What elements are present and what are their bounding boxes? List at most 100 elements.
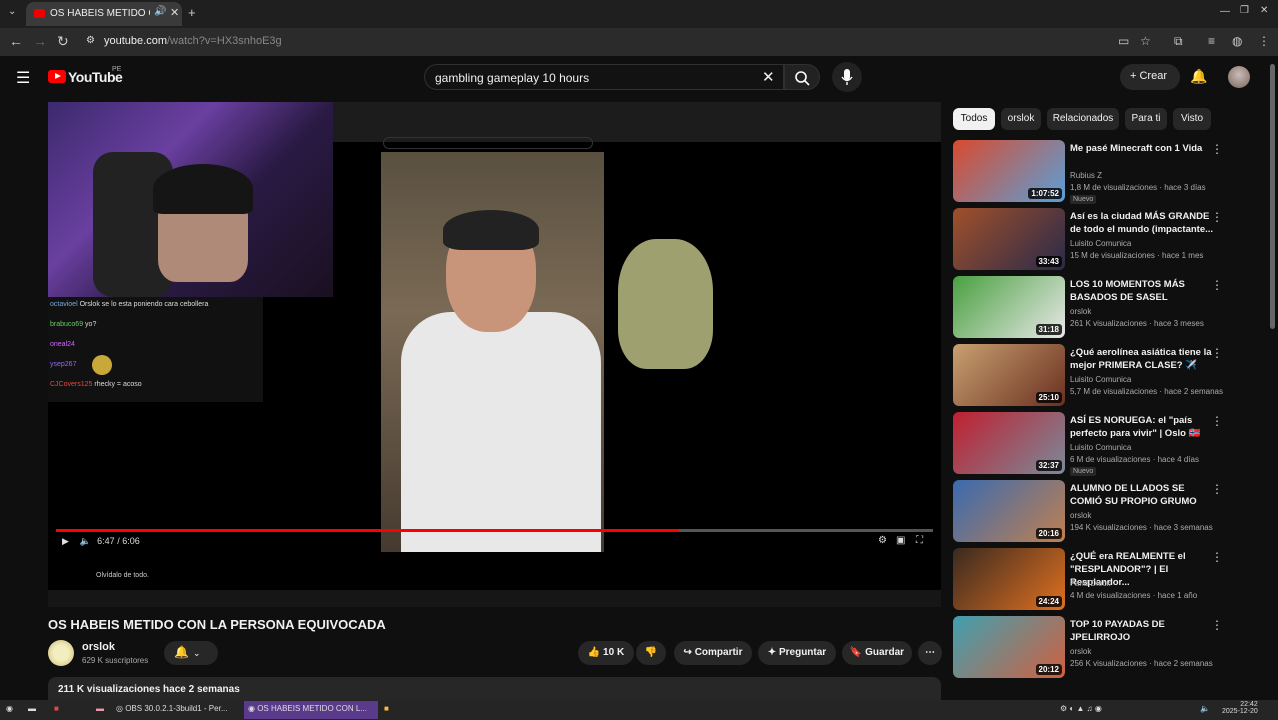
menu-icon[interactable]: ☰ <box>16 68 30 88</box>
new-tab-icon[interactable]: + <box>188 5 196 20</box>
dislike-button[interactable]: 👎 <box>636 641 666 665</box>
recommendation-title[interactable]: ¿Qué aerolínea asiática tiene la mejor P… <box>1070 346 1218 372</box>
search-button[interactable] <box>784 64 820 90</box>
more-options-icon[interactable]: ⋮ <box>1211 142 1223 156</box>
youtube-logo-icon[interactable] <box>48 70 66 83</box>
recommendation-thumbnail[interactable]: 20:12 <box>953 616 1065 678</box>
play-icon[interactable]: ▶ <box>62 536 69 546</box>
recommendation-thumbnail[interactable]: 25:10 <box>953 344 1065 406</box>
recommendation-channel[interactable]: Farid Dieck <box>1070 579 1110 588</box>
video-player[interactable]: octavioel Orslok se lo esta poniendo car… <box>48 102 941 607</box>
reload-icon[interactable]: ↻ <box>57 33 69 50</box>
more-options-icon[interactable]: ⋮ <box>1211 346 1223 360</box>
chip-todos[interactable]: Todos <box>953 108 995 130</box>
recommendation-channel[interactable]: orslok <box>1070 647 1091 656</box>
volume-tray-icon[interactable]: 🔈 <box>1200 704 1210 713</box>
like-button[interactable]: 👍 10 K <box>578 641 634 665</box>
recommendation-thumbnail[interactable]: 33:43 <box>953 208 1065 270</box>
cast-icon[interactable]: ▭ <box>1118 34 1129 48</box>
subscription-bell-button[interactable]: 🔔 ⌄ <box>164 641 218 665</box>
recommendation-channel[interactable]: orslok <box>1070 307 1091 316</box>
files-icon[interactable]: ▬ <box>28 704 36 713</box>
profile-icon[interactable]: ◍ <box>1232 34 1242 48</box>
avatar[interactable] <box>1228 66 1250 88</box>
speaker-icon[interactable]: 🔊 <box>154 6 166 17</box>
recommendation-item[interactable]: 20:12 TOP 10 PAYADAS DE JPELIRROJO orslok 2… <box>953 616 1278 678</box>
chip-orslok[interactable]: orslok <box>1001 108 1041 130</box>
recommendation-title[interactable]: LOS 10 MOMENTOS MÁS BASADOS DE SASEL <box>1070 278 1218 304</box>
back-icon[interactable]: ← <box>9 33 23 49</box>
clear-search-icon[interactable]: ✕ <box>762 68 775 86</box>
voice-search-button[interactable] <box>832 62 862 92</box>
recommendation-thumbnail[interactable]: 32:37 <box>953 412 1065 474</box>
reading-list-icon[interactable]: ≡ <box>1208 34 1215 48</box>
recommendation-title[interactable]: Así es la ciudad MÁS GRANDE de todo el m… <box>1070 210 1218 236</box>
recommendation-channel[interactable]: Rubius Z <box>1070 171 1102 180</box>
notifications-icon[interactable]: 🔔 <box>1190 68 1207 85</box>
recommendation-thumbnail[interactable]: 31:18 <box>953 276 1065 338</box>
recommendation-item[interactable]: 25:10 ¿Qué aerolínea asiática tiene la me… <box>953 344 1278 406</box>
tray-icons[interactable]: ⚙ ◐ ▲ ♫ ◉ <box>1060 704 1102 713</box>
recommendation-item[interactable]: 32:37 ASÍ ES NORUEGA: el "país perfecto p… <box>953 412 1278 476</box>
search-input[interactable]: gambling gameplay 10 hours <box>424 64 784 90</box>
more-options-icon[interactable]: ⋮ <box>1211 210 1223 224</box>
taskbar-browser[interactable]: ◉ OS HABEIS METIDO CON L... <box>244 701 378 719</box>
close-window-icon[interactable]: ✕ <box>1260 5 1268 16</box>
fullscreen-icon[interactable]: ⛶ <box>916 535 923 546</box>
miniplayer-icon[interactable]: ▣ <box>896 535 905 546</box>
recommendation-thumbnail[interactable]: 1:07:52 <box>953 140 1065 202</box>
page-scrollbar[interactable] <box>1270 64 1275 329</box>
progress-bar[interactable] <box>56 529 933 532</box>
recommendation-title[interactable]: TOP 10 PAYADAS DE JPELIRROJO <box>1070 618 1218 644</box>
recommendation-item[interactable]: 20:16 ALUMNO DE LLADOS SE COMIÓ SU PROPIO… <box>953 480 1278 542</box>
more-options-icon[interactable]: ⋮ <box>1211 414 1223 428</box>
chip-visto[interactable]: Visto <box>1173 108 1211 130</box>
recommendation-item[interactable]: 31:18 LOS 10 MOMENTOS MÁS BASADOS DE SASE… <box>953 276 1278 338</box>
close-tab-icon[interactable]: ✕ <box>170 6 179 19</box>
app-icon[interactable]: ■ <box>384 704 389 713</box>
share-button[interactable]: ↪ Compartir <box>674 641 752 665</box>
forward-icon[interactable]: → <box>33 33 47 49</box>
recommendation-channel[interactable]: Luisito Comunica <box>1070 375 1131 384</box>
recommendation-thumbnail[interactable]: 20:16 <box>953 480 1065 542</box>
recommendation-title[interactable]: ALUMNO DE LLADOS SE COMIÓ SU PROPIO GRUM… <box>1070 482 1218 508</box>
url-field[interactable]: ⚙ youtube.com/watch?v=HX3snhoE3g <box>80 31 1110 53</box>
more-options-icon[interactable]: ⋮ <box>1211 278 1223 292</box>
apps-menu-icon[interactable]: ◉ <box>6 704 13 713</box>
recommendation-title[interactable]: ASÍ ES NORUEGA: el "país perfecto para v… <box>1070 414 1218 440</box>
create-button[interactable]: + Crear <box>1120 64 1180 90</box>
extensions-icon[interactable]: ⧉ <box>1174 34 1183 49</box>
app-icon[interactable]: ■ <box>54 704 59 713</box>
recommendation-item[interactable]: 33:43 Así es la ciudad MÁS GRANDE de todo… <box>953 208 1278 270</box>
taskbar-obs[interactable]: ◎ OBS 30.0.2.1-3build1 - Per... <box>116 704 227 713</box>
folder-icon[interactable]: ▬ <box>96 704 104 713</box>
recommendation-item[interactable]: 1:07:52 Me pasé Minecraft con 1 Vida Rubiu… <box>953 140 1278 204</box>
minimize-icon[interactable]: — <box>1220 6 1230 17</box>
recommendation-title[interactable]: Me pasé Minecraft con 1 Vida <box>1070 142 1218 155</box>
more-options-icon[interactable]: ⋮ <box>1211 550 1223 564</box>
tab-list-icon[interactable]: ⌄ <box>8 6 16 17</box>
chip-relacionados[interactable]: Relacionados <box>1047 108 1119 130</box>
volume-icon[interactable]: 🔈 <box>79 536 90 546</box>
ask-button[interactable]: ✦ Preguntar <box>758 641 836 665</box>
recommendation-channel[interactable]: orslok <box>1070 511 1091 520</box>
more-options-icon[interactable]: ⋮ <box>1211 618 1223 632</box>
channel-name[interactable]: orslok <box>82 641 115 653</box>
recommendation-item[interactable]: 24:24 ¿QUÉ era REALMENTE el "RESPLANDOR"?… <box>953 548 1278 610</box>
more-actions-button[interactable]: ⋯ <box>918 641 942 665</box>
browser-menu-icon[interactable]: ⋮ <box>1258 34 1270 48</box>
recommendation-channel[interactable]: Luisito Comunica <box>1070 239 1131 248</box>
bookmark-star-icon[interactable]: ☆ <box>1140 34 1151 48</box>
save-button[interactable]: 🔖 Guardar <box>842 641 912 665</box>
browser-tab[interactable]: OS HABEIS METIDO CON LA PERSONA EQUIVOCA… <box>26 2 182 26</box>
chip-para-ti[interactable]: Para ti <box>1125 108 1167 130</box>
settings-icon[interactable]: ⚙ <box>878 535 887 546</box>
recommendation-channel[interactable]: Luisito Comunica <box>1070 443 1131 452</box>
channel-avatar[interactable] <box>48 640 74 666</box>
recommendation-thumbnail[interactable]: 24:24 <box>953 548 1065 610</box>
more-options-icon[interactable]: ⋮ <box>1211 482 1223 496</box>
site-info-icon[interactable]: ⚙ <box>86 35 95 46</box>
chat-line: ysep267 <box>50 355 112 375</box>
maximize-icon[interactable]: ❐ <box>1240 5 1249 16</box>
clock[interactable]: 22:42 2025-12-20 <box>1222 701 1258 715</box>
